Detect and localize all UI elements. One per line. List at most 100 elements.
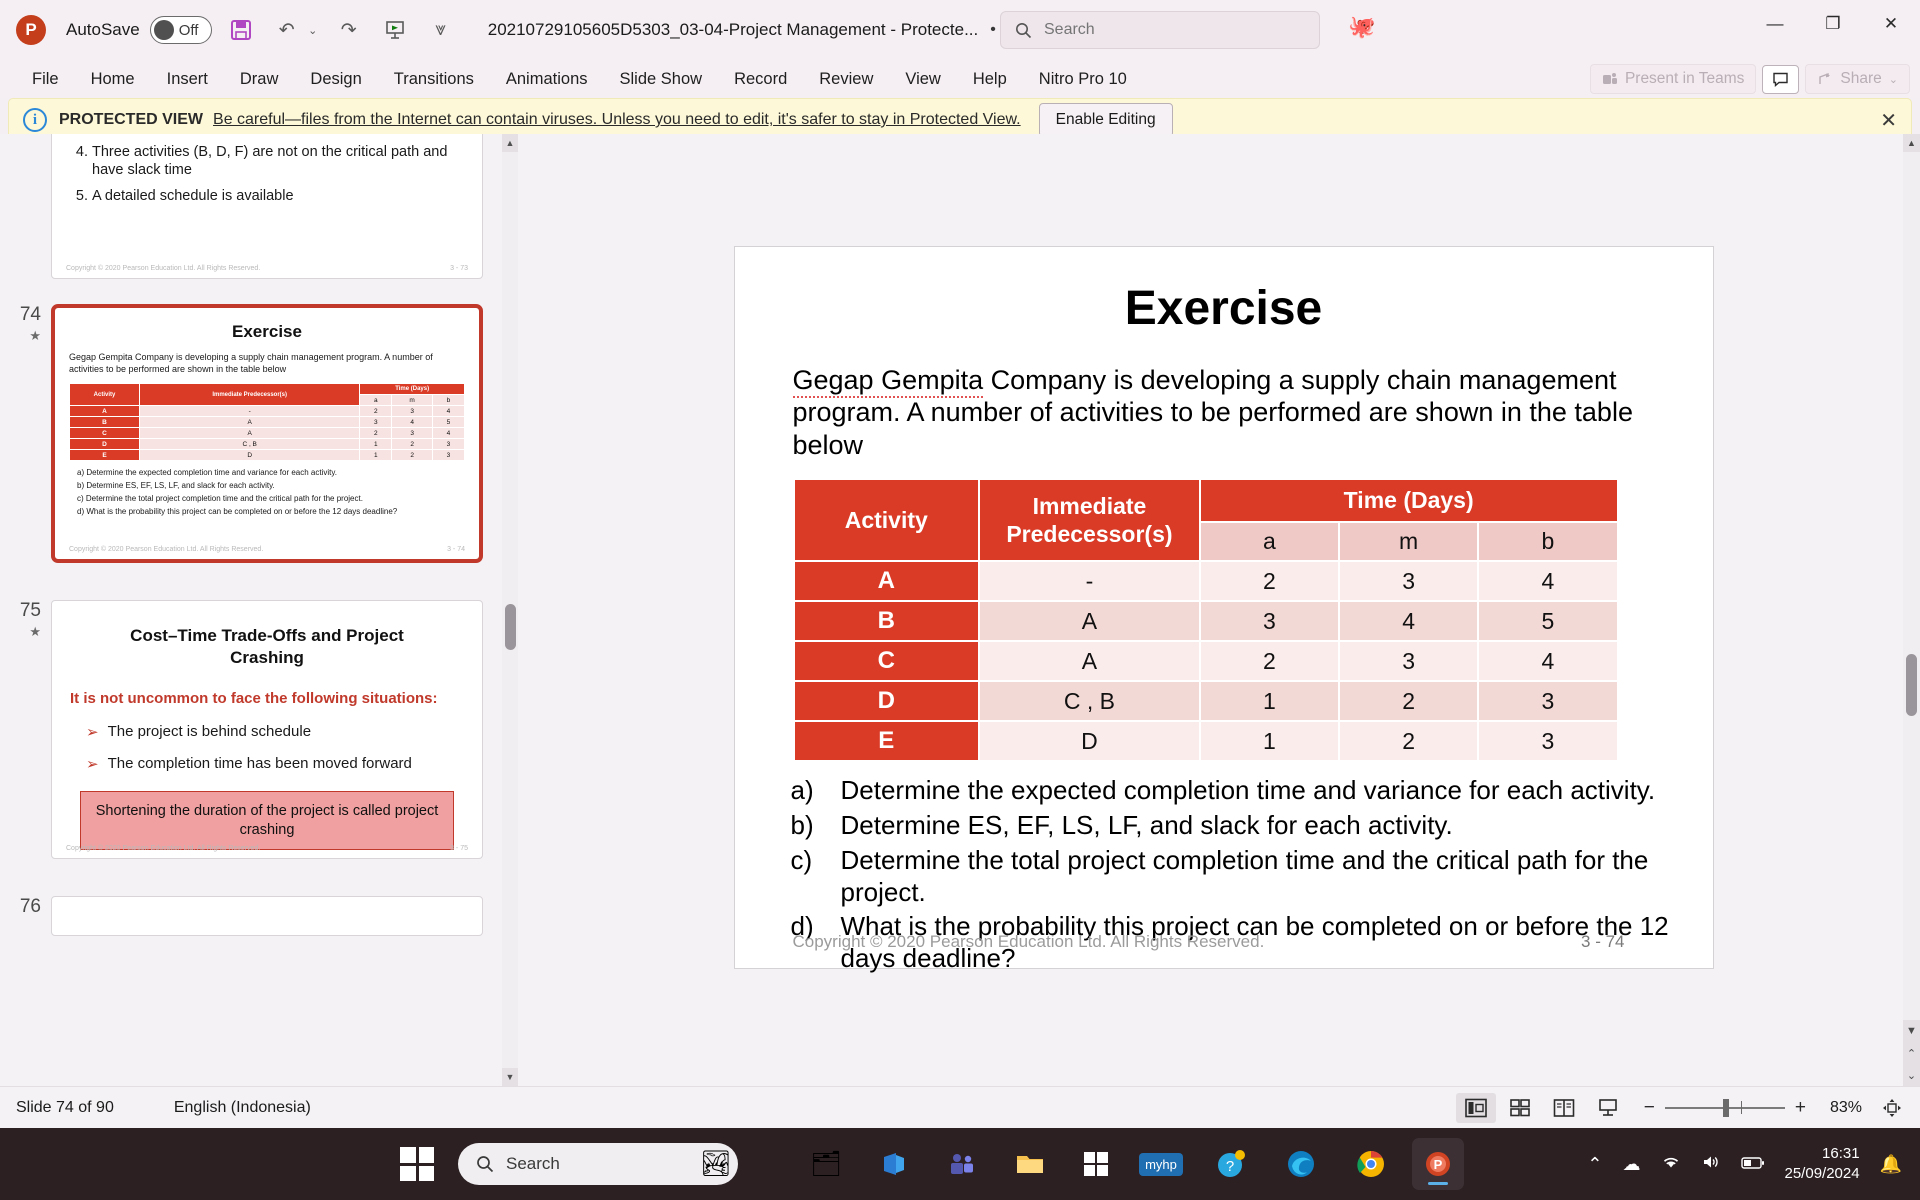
zoom-level-label[interactable]: 83% bbox=[1816, 1099, 1862, 1117]
start-button[interactable] bbox=[400, 1147, 434, 1181]
chrome-icon[interactable] bbox=[1345, 1138, 1397, 1190]
scroll-up-icon[interactable]: ▲ bbox=[1903, 134, 1920, 152]
avatar[interactable]: 🐙 bbox=[1348, 14, 1380, 46]
help-icon[interactable]: ? bbox=[1205, 1138, 1257, 1190]
scrollbar-thumb[interactable] bbox=[505, 604, 516, 650]
zoom-slider[interactable] bbox=[1664, 1098, 1785, 1117]
slide-editing-area[interactable]: Exercise Gegap Gempita Company is develo… bbox=[527, 134, 1920, 1086]
tab-view[interactable]: View bbox=[891, 66, 954, 93]
next-slide-icon[interactable]: ⌄ bbox=[1903, 1064, 1920, 1086]
system-tray: ⌃ ☁ 16:31 25/09/2024 🔔 bbox=[1587, 1144, 1902, 1185]
tab-home[interactable]: Home bbox=[77, 66, 149, 93]
svg-text:?: ? bbox=[1226, 1158, 1234, 1175]
workspace: There is a 71.57% chance the equipment w… bbox=[0, 134, 1920, 1086]
redo-icon[interactable]: ↷ bbox=[332, 13, 366, 47]
show-hidden-icons-icon[interactable]: ⌃ bbox=[1587, 1154, 1602, 1175]
file-explorer-icon[interactable]: 🗂 bbox=[800, 1138, 852, 1190]
onedrive-icon[interactable]: ☁ bbox=[1623, 1154, 1641, 1175]
volume-icon[interactable] bbox=[1701, 1154, 1721, 1175]
slide-show-view-button[interactable] bbox=[1588, 1093, 1628, 1123]
cell-m: 2 bbox=[1339, 682, 1478, 721]
cell-a: 2 bbox=[359, 427, 393, 440]
slide-sorter-view-button[interactable] bbox=[1500, 1093, 1540, 1123]
previous-slide-icon[interactable]: ⌃ bbox=[1903, 1042, 1920, 1064]
th-sub-m: m bbox=[391, 394, 433, 407]
start-presentation-icon[interactable] bbox=[378, 13, 412, 47]
thumbnail-image-74[interactable]: Exercise Gegap Gempita Company is develo… bbox=[51, 304, 483, 563]
cell-a: 1 bbox=[1200, 682, 1338, 721]
office-icon[interactable] bbox=[868, 1138, 920, 1190]
teams-icon[interactable] bbox=[936, 1138, 988, 1190]
minimize-button[interactable]: — bbox=[1746, 0, 1804, 48]
tab-insert[interactable]: Insert bbox=[153, 66, 222, 93]
tab-transitions[interactable]: Transitions bbox=[380, 66, 488, 93]
fit-slide-to-window-button[interactable] bbox=[1872, 1093, 1912, 1123]
thumbnail-image-75[interactable]: Cost–Time Trade-Offs and Project Crashin… bbox=[51, 600, 483, 859]
battery-icon[interactable] bbox=[1740, 1154, 1765, 1175]
tab-draw[interactable]: Draw bbox=[226, 66, 293, 93]
cell-predecessor: C , B bbox=[138, 438, 361, 451]
comments-button[interactable] bbox=[1762, 64, 1800, 94]
tab-design[interactable]: Design bbox=[296, 66, 375, 93]
customize-quick-access-icon[interactable]: ⩔ bbox=[424, 13, 458, 47]
wifi-icon[interactable] bbox=[1661, 1154, 1681, 1175]
taskbar-clock[interactable]: 16:31 25/09/2024 bbox=[1785, 1144, 1860, 1185]
thumbnail-slide-75[interactable]: 75 ★ Cost–Time Trade-Offs and Project Cr… bbox=[9, 600, 483, 859]
slide-scrollbar[interactable]: ▲ ▼ ⌃ ⌄ bbox=[1903, 134, 1920, 1086]
scroll-up-icon[interactable]: ▲ bbox=[502, 134, 518, 152]
thumbnail-74-title: Exercise bbox=[232, 322, 302, 341]
slide-thumbnail-pane[interactable]: There is a 71.57% chance the equipment w… bbox=[0, 134, 527, 1086]
autosave-toggle[interactable]: Off bbox=[149, 16, 212, 44]
language-label[interactable]: English (Indonesia) bbox=[174, 1099, 311, 1117]
widgets-icon[interactable]: 🏞 bbox=[690, 1138, 742, 1190]
undo-icon[interactable]: ↶ bbox=[270, 13, 304, 47]
thumbnail-image-76[interactable] bbox=[51, 896, 483, 936]
tab-animations[interactable]: Animations bbox=[492, 66, 602, 93]
tab-slide-show[interactable]: Slide Show bbox=[606, 66, 717, 93]
cell-m: 3 bbox=[391, 405, 433, 418]
save-icon[interactable] bbox=[224, 13, 258, 47]
undo-dropdown-icon[interactable]: ⌄ bbox=[306, 13, 320, 47]
thumbnail-slide-74[interactable]: 74 ★ Exercise Gegap Gempita Company is d… bbox=[9, 304, 483, 563]
close-banner-icon[interactable]: ✕ bbox=[1880, 108, 1897, 133]
normal-view-button[interactable] bbox=[1455, 1092, 1496, 1123]
thumbnail-slide-73[interactable]: There is a 71.57% chance the equipment w… bbox=[9, 134, 483, 279]
microsoft-store-icon[interactable] bbox=[1070, 1138, 1122, 1190]
tab-nitro-pro[interactable]: Nitro Pro 10 bbox=[1025, 66, 1141, 93]
list-item: c) Determine the total project completio… bbox=[77, 494, 465, 505]
scroll-nav-group: ▼ ⌃ ⌄ bbox=[1903, 1020, 1920, 1086]
protected-view-message: Be careful—files from the Internet can c… bbox=[213, 111, 1021, 128]
zoom-in-button[interactable]: + bbox=[1795, 1097, 1806, 1119]
search-box[interactable] bbox=[1000, 11, 1320, 49]
share-button[interactable]: Share ⌄ bbox=[1805, 64, 1910, 94]
powerpoint-taskbar-icon[interactable]: P bbox=[1412, 1138, 1464, 1190]
myhp-icon[interactable]: myhp bbox=[1135, 1138, 1187, 1190]
enable-editing-button[interactable]: Enable Editing bbox=[1038, 103, 1173, 137]
tab-review[interactable]: Review bbox=[805, 66, 887, 93]
edge-icon[interactable] bbox=[1275, 1138, 1327, 1190]
close-button[interactable]: ✕ bbox=[1862, 0, 1920, 48]
thumbnail-slide-76[interactable]: 76 bbox=[9, 896, 483, 936]
tab-file[interactable]: File bbox=[18, 66, 73, 93]
thumbnail-image-73[interactable]: There is a 71.57% chance the equipment w… bbox=[51, 134, 483, 279]
present-in-teams-button[interactable]: Present in Teams bbox=[1589, 64, 1757, 94]
cell-predecessor: A bbox=[138, 427, 361, 440]
table-row: B A 3 4 5 bbox=[794, 602, 1617, 641]
current-slide[interactable]: Exercise Gegap Gempita Company is develo… bbox=[733, 245, 1714, 973]
notifications-icon[interactable]: 🔔 bbox=[1880, 1154, 1902, 1175]
maximize-button[interactable]: ❐ bbox=[1804, 0, 1862, 48]
reading-view-button[interactable] bbox=[1544, 1093, 1584, 1123]
slide-count-label[interactable]: Slide 74 of 90 bbox=[16, 1099, 114, 1117]
scroll-down-icon[interactable]: ▼ bbox=[502, 1068, 518, 1086]
scroll-down-icon[interactable]: ▼ bbox=[1903, 1020, 1920, 1042]
zoom-slider-handle[interactable] bbox=[1722, 1098, 1729, 1117]
tab-help[interactable]: Help bbox=[959, 66, 1021, 93]
list-item: d) What is the probability this project … bbox=[77, 507, 465, 518]
scrollbar-thumb[interactable] bbox=[1906, 654, 1917, 716]
tab-record[interactable]: Record bbox=[720, 66, 801, 93]
search-input[interactable] bbox=[1044, 21, 1294, 39]
zoom-out-button[interactable]: − bbox=[1644, 1097, 1655, 1119]
info-icon: i bbox=[23, 108, 47, 132]
folder-icon[interactable] bbox=[1004, 1138, 1056, 1190]
thumbnail-scrollbar[interactable]: ▲ ▼ bbox=[502, 134, 518, 1086]
